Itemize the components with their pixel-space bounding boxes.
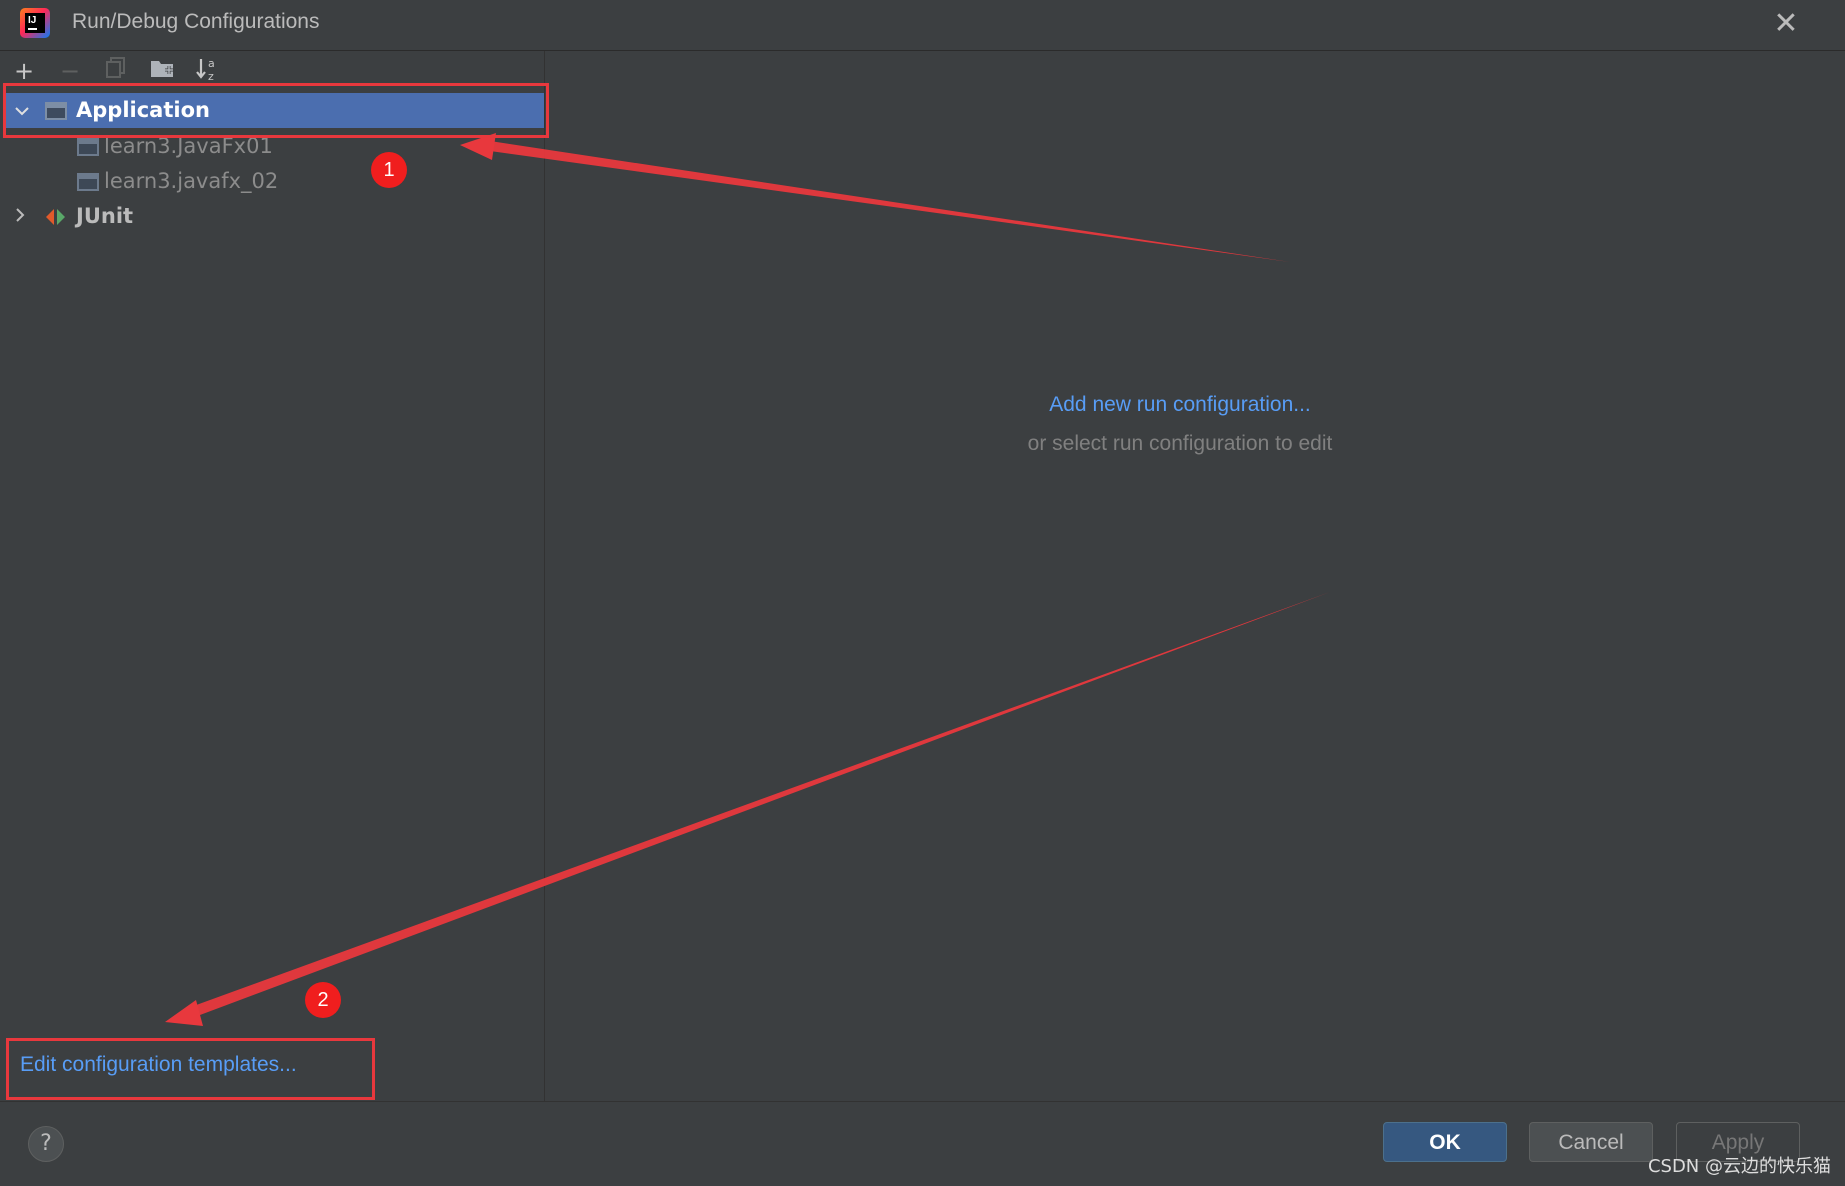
remove-icon[interactable]: −	[56, 56, 84, 86]
tree-item-application[interactable]: Application	[4, 93, 544, 128]
chevron-down-icon[interactable]	[12, 93, 32, 128]
application-config-icon	[77, 173, 99, 191]
tree-item-label: Application	[76, 98, 210, 122]
tree-item-label: JUnit	[76, 204, 134, 228]
tree-item-learn3-javafx01[interactable]: learn3.JavaFx01	[0, 129, 544, 164]
sort-alphabetically-icon[interactable]: az	[194, 56, 222, 86]
footer-divider	[0, 1101, 1845, 1102]
tree-item-learn3-javafx-02[interactable]: learn3.javafx_02	[0, 164, 544, 199]
arrow-1-shaft	[490, 141, 1290, 262]
tree-item-junit[interactable]: JUnit	[0, 199, 544, 234]
annotation-badge-2: 2	[305, 982, 341, 1018]
cancel-button[interactable]: Cancel	[1529, 1122, 1653, 1162]
intellij-logo-icon: IJ	[20, 8, 50, 38]
ok-button[interactable]: OK	[1383, 1122, 1507, 1162]
application-config-icon	[77, 138, 99, 156]
svg-text:z: z	[208, 70, 214, 82]
select-configuration-hint: or select run configuration to edit	[1027, 432, 1333, 455]
watermark: CSDN @云边的快乐猫	[1647, 1156, 1831, 1177]
close-icon[interactable]: ✕	[1770, 6, 1802, 42]
add-new-run-configuration-link[interactable]: Add new run configuration...	[980, 393, 1380, 417]
help-icon[interactable]: ?	[28, 1126, 64, 1162]
annotation-badge-1: 1	[371, 152, 407, 188]
add-icon[interactable]: +	[10, 56, 38, 86]
new-folder-icon[interactable]	[148, 56, 176, 86]
chevron-right-icon[interactable]	[10, 199, 30, 234]
dialog-title: Run/Debug Configurations	[72, 10, 320, 33]
edit-configuration-templates-link[interactable]: Edit configuration templates...	[20, 1053, 297, 1077]
tree-item-label: learn3.javafx_02	[104, 169, 279, 193]
junit-icon	[46, 209, 65, 225]
application-icon	[45, 102, 67, 120]
svg-text:a: a	[208, 57, 215, 70]
tree-item-label: learn3.JavaFx01	[104, 134, 273, 158]
copy-icon[interactable]	[102, 56, 130, 86]
